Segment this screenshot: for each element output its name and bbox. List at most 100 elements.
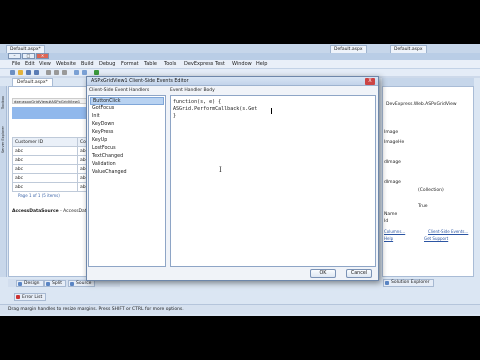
- error-list-tab[interactable]: Error List: [14, 293, 47, 301]
- menu-debug[interactable]: Debug: [99, 61, 115, 68]
- error-icon: [16, 295, 20, 299]
- cancel-button[interactable]: Cancel: [346, 269, 372, 278]
- mouse-ibeam-cursor: I: [219, 166, 222, 174]
- handler-body-label: Event Handler Body: [170, 88, 215, 93]
- solution-explorer-label: Solution Explorer: [391, 280, 430, 285]
- event-item[interactable]: KeyPress: [90, 129, 164, 137]
- menu-test[interactable]: Test: [215, 61, 225, 68]
- event-item[interactable]: Init: [90, 113, 164, 121]
- file-tab-strip: Default.aspx* Default.aspx Default.aspx: [0, 44, 480, 53]
- left-dock-rail: Toolbox Server Explorer: [0, 86, 7, 277]
- copy-icon[interactable]: [54, 70, 59, 75]
- property-name[interactable]: ImageHe: [384, 140, 404, 145]
- code-line: }: [173, 113, 177, 119]
- file-tab[interactable]: Default.aspx*: [6, 45, 45, 53]
- new-project-icon[interactable]: [10, 70, 15, 75]
- solution-explorer-tab[interactable]: Solution Explorer: [383, 279, 434, 287]
- code-line: function(s, e) {: [173, 99, 222, 105]
- datasource-id: - AccessDat: [58, 209, 87, 214]
- source-icon: [70, 282, 74, 286]
- property-name[interactable]: Id: [384, 219, 388, 224]
- column-header[interactable]: Customer ID: [12, 137, 78, 147]
- menu-table[interactable]: Table: [144, 61, 157, 68]
- event-item[interactable]: TextChanged: [90, 153, 164, 161]
- event-item[interactable]: KeyDown: [90, 121, 164, 129]
- text-caret: [271, 108, 272, 114]
- menu-tools[interactable]: Tools: [164, 61, 176, 68]
- help-link[interactable]: Help: [384, 236, 393, 241]
- tab-split[interactable]: Split: [44, 280, 66, 287]
- video-frame: Default.aspx* Default.aspx Default.aspx …: [0, 0, 480, 360]
- close-icon[interactable]: ×: [36, 53, 49, 59]
- toolbox-tab[interactable]: Toolbox: [1, 96, 5, 109]
- grid-pager[interactable]: Page 1 of 1 (5 items): [18, 193, 60, 198]
- table-cell: abc: [12, 173, 78, 183]
- menu-bar: File Edit View Website Build Debug Forma…: [0, 60, 480, 69]
- property-name[interactable]: dImage: [384, 160, 401, 165]
- event-item[interactable]: GotFocus: [90, 105, 164, 113]
- tab-source-label: Source: [76, 281, 92, 286]
- start-debug-icon[interactable]: [94, 70, 99, 75]
- ok-button[interactable]: OK: [310, 269, 336, 278]
- undo-icon[interactable]: [74, 70, 79, 75]
- columns-link[interactable]: Columns...: [384, 229, 405, 234]
- datasource-label: AccessDataSource - AccessDat: [12, 209, 87, 214]
- table-cell: abc: [12, 146, 78, 156]
- menu-format[interactable]: Format: [121, 61, 139, 68]
- table-cell: abc: [12, 164, 78, 174]
- get-support-link[interactable]: Get Support: [424, 236, 448, 241]
- event-item[interactable]: Validation: [90, 161, 164, 169]
- document-tab[interactable]: Default.aspx*: [12, 78, 53, 86]
- redo-icon[interactable]: [82, 70, 87, 75]
- menu-devexpress[interactable]: DevExpress: [184, 61, 213, 68]
- dialog-close-icon[interactable]: X: [365, 78, 375, 85]
- status-bar: Drag margin handles to resize margins. P…: [0, 304, 480, 314]
- menu-window[interactable]: Window: [232, 61, 252, 68]
- tab-split-label: Split: [52, 281, 62, 286]
- tab-design[interactable]: Design: [16, 280, 44, 287]
- menu-help[interactable]: Help: [256, 61, 267, 68]
- property-name[interactable]: dImage: [384, 180, 401, 185]
- split-icon: [46, 282, 50, 286]
- letterbox-top: [0, 0, 480, 44]
- error-list-label: Error List: [22, 295, 43, 300]
- event-item[interactable]: ButtonClick: [90, 97, 164, 105]
- dialog-title: ASPxGridView1 Client-Side Events Editor: [87, 77, 378, 86]
- maximize-icon[interactable]: □: [22, 53, 35, 59]
- save-icon[interactable]: [26, 70, 31, 75]
- handler-code-editor[interactable]: function(s, e) { ASGrid.PerformCallback(…: [170, 95, 376, 267]
- letterbox-bottom: [0, 316, 480, 360]
- properties-object-selector[interactable]: DevExpress.Web.ASPxGridView: [386, 102, 457, 107]
- server-explorer-tab[interactable]: Server Explorer: [1, 126, 5, 153]
- property-value[interactable]: True: [418, 204, 428, 209]
- properties-header: [382, 78, 474, 86]
- design-icon: [18, 282, 22, 286]
- tab-design-label: Design: [24, 281, 40, 286]
- property-name[interactable]: Image: [384, 130, 398, 135]
- file-tab[interactable]: Default.aspx: [330, 45, 367, 53]
- cut-icon[interactable]: [46, 70, 51, 75]
- table-cell: abc: [12, 182, 78, 192]
- file-tab[interactable]: Default.aspx: [390, 45, 427, 53]
- event-item[interactable]: LostFocus: [90, 145, 164, 153]
- menu-edit[interactable]: Edit: [25, 61, 35, 68]
- menu-file[interactable]: File: [12, 61, 20, 68]
- tab-source[interactable]: Source: [68, 280, 96, 287]
- paste-icon[interactable]: [62, 70, 67, 75]
- event-item[interactable]: KeyUp: [90, 137, 164, 145]
- menu-build[interactable]: Build: [81, 61, 94, 68]
- client-side-events-link[interactable]: Client-Side Events...: [428, 229, 468, 234]
- save-all-icon[interactable]: [34, 70, 39, 75]
- event-list: ButtonClick GotFocus Init KeyDown KeyPress Ke…: [88, 95, 166, 267]
- event-item[interactable]: ValueChanged: [90, 169, 164, 177]
- open-icon[interactable]: [18, 70, 23, 75]
- code-line: ASGrid.PerformCallback(s.Get: [173, 106, 258, 112]
- menu-view[interactable]: View: [39, 61, 51, 68]
- property-name[interactable]: Name: [384, 212, 397, 217]
- property-value[interactable]: (Collection): [418, 188, 444, 193]
- minimize-icon[interactable]: –: [8, 53, 21, 59]
- menu-website[interactable]: Website: [56, 61, 76, 68]
- title-strip: [0, 53, 480, 60]
- table-cell: abc: [12, 155, 78, 165]
- solution-icon: [385, 281, 389, 285]
